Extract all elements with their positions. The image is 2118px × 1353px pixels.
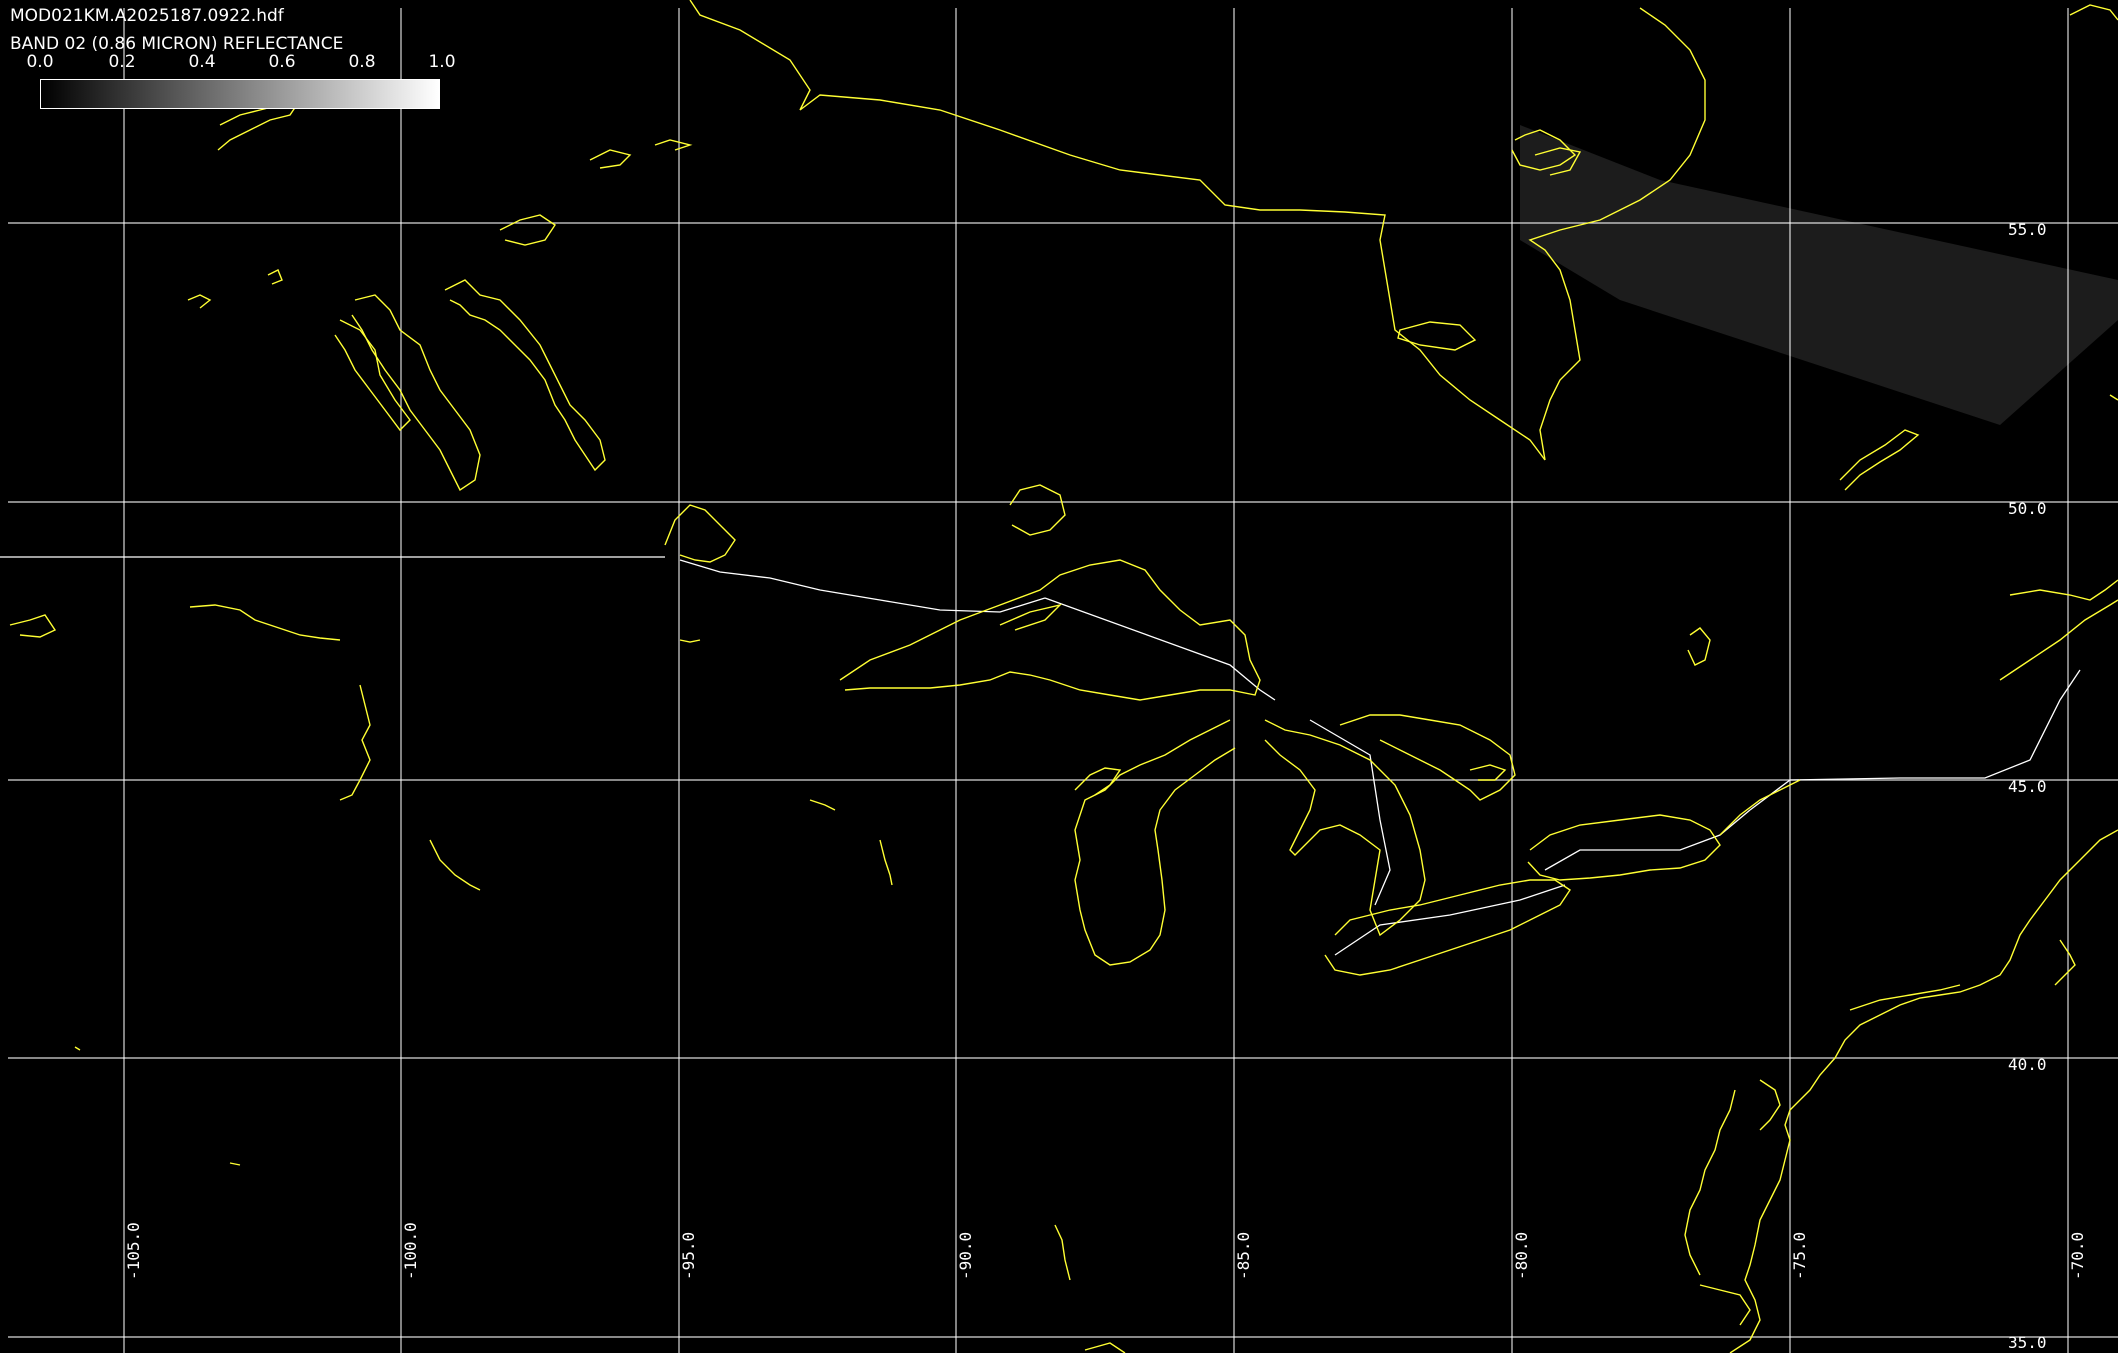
satellite-swath [1520,125,2118,425]
lake-superior-border [1044,597,1276,701]
quebec-east-edge [2109,394,2118,401]
lake-erie [1324,879,1571,976]
longitude-label: -70.0 [2068,1231,2087,1280]
small-lake-kansas [229,1162,241,1166]
north-island [2069,4,2118,21]
mississippi-bit [879,839,893,886]
lake-superior [839,559,1261,701]
lake-huron-border [1309,719,1391,906]
map-canvas [0,0,2118,1353]
band-label: BAND 02 (0.86 MICRON) REFLECTANCE [10,34,344,54]
fort-peck-lake [9,614,57,638]
missouri-river-2 [429,839,481,891]
small-lake-4 [267,269,283,285]
longitude-label: -85.0 [1234,1231,1253,1280]
latitude-label: 50.0 [2008,499,2047,518]
political-borders [0,556,2081,956]
lake-ontario-border [1544,809,1751,871]
small-lake-ont [1687,627,1711,666]
delaware-bay [1759,1079,1781,1131]
lake-sakakawea [189,604,341,641]
james-bay-island [1397,321,1477,351]
colorbar-tick: 0.0 [26,52,54,72]
colorbar-tick: 0.4 [188,52,216,72]
reindeer-lake [499,214,556,246]
latitude-label: 45.0 [2008,777,2047,796]
nc-sounds [1699,1284,1751,1326]
small-lake-1 [589,149,632,169]
lake-nipissing [1469,764,1507,781]
small-lake-2 [654,139,693,151]
red-river-lake [679,639,701,643]
south-coast [1084,1342,1126,1353]
atlantic-coast-mid [1729,1057,1836,1353]
lake-michigan [1074,719,1236,966]
small-lake-3 [187,294,212,309]
longitude-label: -80.0 [1512,1231,1531,1280]
missouri-river-1 [339,684,371,801]
colorbar [40,79,440,109]
lake-winnipegosis [334,319,411,432]
lake-huron [1264,719,1426,937]
us-canada-border-ontario [679,559,1046,613]
longitude-label: -105.0 [124,1222,143,1280]
latitude-label: 40.0 [2008,1055,2047,1074]
lake-of-the-woods [664,504,736,563]
long-island [1849,984,1961,1011]
small-lake-nebraska [74,1046,81,1051]
colorbar-tick: 0.6 [268,52,296,72]
lake-winnipeg [444,279,606,472]
iowa-lake [809,799,836,811]
cape-cod [2054,939,2076,986]
kentucky-lake [1054,1224,1071,1281]
chesapeake-bay [1684,1089,1736,1276]
colorbar-tick: 0.8 [348,52,376,72]
longitude-label: -100.0 [401,1222,420,1280]
longitude-label: -75.0 [1790,1231,1809,1280]
atlantic-coast-ne [1834,829,2118,1059]
colorbar-tick: 1.0 [428,52,456,72]
longitude-label: -95.0 [679,1231,698,1280]
lake-nipigon [1009,484,1066,536]
colorbar-tick: 0.2 [108,52,136,72]
quebec-lake-1 [1839,429,1920,491]
hudson-bay-coast [689,0,1546,461]
st-lawrence-river [1719,779,1801,836]
quebec-coast-east [2009,579,2118,601]
latitude-label: 55.0 [2008,220,2047,239]
latitude-label: 35.0 [2008,1333,2047,1352]
longitude-label: -90.0 [956,1231,975,1280]
st-lawrence-estuary [1999,599,2118,681]
file-name-label: MOD021KM.A2025187.0922.hdf [10,6,284,26]
lake-ontario [1527,814,1721,881]
coastlines [9,0,2118,1353]
